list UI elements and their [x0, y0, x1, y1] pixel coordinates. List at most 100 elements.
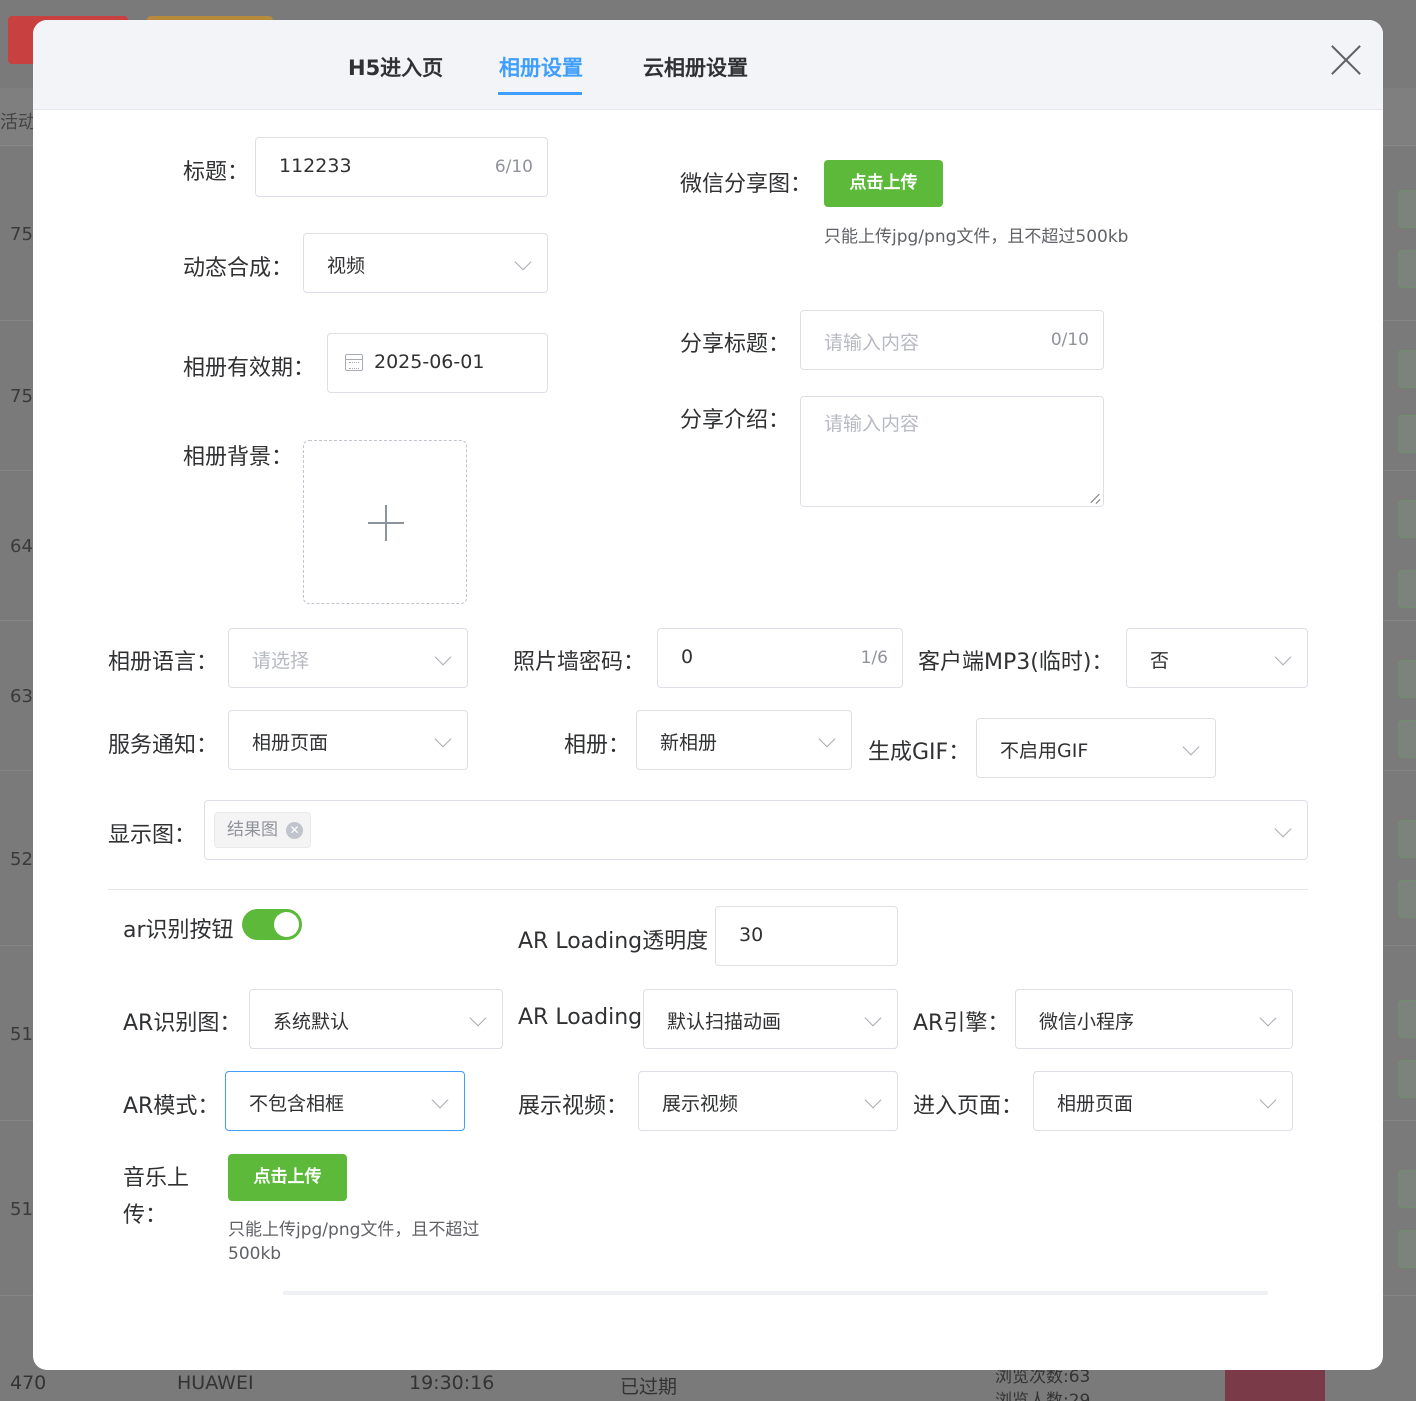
wechat-share-label: 微信分享图：	[680, 172, 813, 197]
scroll-indicator	[283, 1291, 1268, 1295]
chevron-down-icon	[864, 1091, 882, 1109]
resize-handle-icon[interactable]	[1090, 493, 1100, 503]
bg-row-number: 52	[10, 849, 33, 870]
bg-row-device: HUAWEI	[177, 1372, 254, 1394]
ar-engine-select[interactable]: 微信小程序	[1015, 989, 1293, 1049]
chevron-down-icon	[431, 1091, 449, 1109]
ar-image-select[interactable]: 系统默认	[249, 989, 503, 1049]
chevron-down-icon	[514, 253, 532, 271]
bg-row-number: 64	[10, 536, 33, 557]
wechat-share-upload-button[interactable]: 点击上传	[824, 160, 943, 207]
service-notice-select[interactable]: 相册页面	[228, 710, 468, 770]
client-mp3-label: 客户端MP3(临时)：	[918, 650, 1114, 675]
chevron-down-icon	[434, 730, 452, 748]
calendar-icon	[345, 354, 363, 371]
language-placeholder: 请选择	[252, 650, 310, 672]
share-intro-textarea[interactable]: 请输入内容	[800, 396, 1104, 507]
dynamic-select[interactable]: 视频	[303, 233, 548, 293]
ar-loading-value: 默认扫描动画	[667, 1011, 782, 1033]
gif-select[interactable]: 不启用GIF	[976, 718, 1216, 778]
enter-page-label: 进入页面：	[913, 1094, 1024, 1119]
chevron-down-icon	[818, 730, 836, 748]
bg-row-thumbnail	[1225, 1370, 1325, 1401]
enter-page-select[interactable]: 相册页面	[1033, 1071, 1293, 1131]
client-mp3-value: 否	[1150, 650, 1170, 672]
title-label: 标题：	[183, 160, 250, 185]
chevron-down-icon	[864, 1009, 882, 1027]
bg-row-number: 75	[10, 386, 33, 407]
tab-h5-entry[interactable]: H5进入页	[348, 52, 443, 82]
display-image-select[interactable]: 结果图 ✕	[204, 800, 1308, 860]
bg-row-number: 63	[10, 686, 33, 707]
title-input[interactable]: 112233 6/10	[255, 137, 548, 197]
tab-album-settings[interactable]: 相册设置	[499, 52, 583, 82]
bg-action-button	[1398, 1170, 1416, 1208]
ar-button-switch[interactable]	[242, 909, 302, 940]
background-uploader[interactable]	[303, 440, 467, 604]
ar-button-label: ar识别按钮	[123, 918, 234, 943]
result-image-tag: 结果图 ✕	[214, 812, 311, 848]
share-title-label: 分享标题：	[680, 332, 791, 357]
ar-image-value: 系统默认	[273, 1011, 350, 1033]
show-video-value: 展示视频	[662, 1093, 739, 1115]
bg-action-button	[1398, 350, 1416, 388]
chevron-down-icon	[1182, 738, 1200, 756]
validity-label: 相册有效期：	[183, 356, 316, 381]
music-hint-line1: 只能上传jpg/png文件，且不超过	[228, 1220, 480, 1240]
title-value: 112233	[279, 155, 352, 177]
wechat-share-hint: 只能上传jpg/png文件，且不超过500kb	[824, 227, 1129, 247]
dynamic-label: 动态合成：	[183, 256, 294, 281]
close-icon[interactable]	[1328, 42, 1364, 78]
wall-password-input[interactable]: 0 1/6	[657, 628, 903, 688]
chevron-down-icon	[469, 1009, 487, 1027]
gif-value: 不启用GIF	[1000, 740, 1089, 762]
bg-action-button	[1398, 250, 1416, 288]
wall-password-value: 0	[681, 646, 694, 668]
bg-action-button	[1398, 720, 1416, 758]
album-value: 新相册	[660, 732, 718, 754]
ar-engine-value: 微信小程序	[1039, 1011, 1135, 1033]
ar-image-label: AR识别图：	[123, 1011, 242, 1036]
service-notice-value: 相册页面	[252, 732, 329, 754]
validity-date-picker[interactable]: 2025-06-01	[327, 333, 548, 393]
chevron-down-icon	[1274, 820, 1292, 838]
display-image-label: 显示图：	[108, 823, 197, 848]
share-title-input[interactable]: 请输入内容 0/10	[800, 310, 1104, 370]
tab-cloud-album-settings[interactable]: 云相册设置	[643, 52, 748, 82]
chevron-down-icon	[434, 648, 452, 666]
plus-icon	[385, 505, 387, 541]
title-char-count: 6/10	[494, 157, 533, 177]
bg-action-button	[1398, 880, 1416, 918]
show-video-select[interactable]: 展示视频	[638, 1071, 898, 1131]
ar-mode-select[interactable]: 不包含相框	[225, 1071, 465, 1131]
ar-opacity-value: 30	[739, 924, 764, 946]
bg-action-button	[1398, 570, 1416, 608]
bg-row-stats2: 浏览人数:29	[995, 1391, 1091, 1401]
chevron-down-icon	[1259, 1009, 1277, 1027]
music-hint-line2: 500kb	[228, 1244, 282, 1264]
client-mp3-select[interactable]: 否	[1126, 628, 1308, 688]
ar-loading-select[interactable]: 默认扫描动画	[643, 989, 898, 1049]
language-label: 相册语言：	[108, 650, 219, 675]
music-upload-button[interactable]: 点击上传	[228, 1154, 347, 1201]
tag-close-icon[interactable]: ✕	[286, 822, 303, 839]
ar-opacity-input[interactable]: 30	[715, 906, 898, 966]
service-notice-label: 服务通知：	[108, 733, 219, 758]
ar-opacity-label: AR Loading透明度	[518, 929, 709, 954]
tag-label: 结果图	[227, 820, 278, 840]
wall-password-char-count: 1/6	[860, 648, 888, 668]
bg-action-button	[1398, 1230, 1416, 1268]
share-intro-label: 分享介绍：	[680, 408, 791, 433]
section-divider	[108, 889, 1308, 890]
dynamic-value: 视频	[327, 255, 366, 277]
album-select[interactable]: 新相册	[636, 710, 852, 770]
settings-dialog: H5进入页 相册设置 云相册设置 标题： 112233 6/10 动态合成： 视…	[33, 20, 1383, 1370]
music-label-line1: 音乐上	[123, 1166, 190, 1191]
validity-value: 2025-06-01	[374, 351, 485, 373]
dialog-header: H5进入页 相册设置 云相册设置	[33, 20, 1383, 110]
bg-action-button	[1398, 415, 1416, 453]
bg-header-text: 活动	[0, 112, 36, 133]
enter-page-value: 相册页面	[1057, 1093, 1134, 1115]
bg-action-button	[1398, 1000, 1416, 1038]
language-select[interactable]: 请选择	[228, 628, 468, 688]
